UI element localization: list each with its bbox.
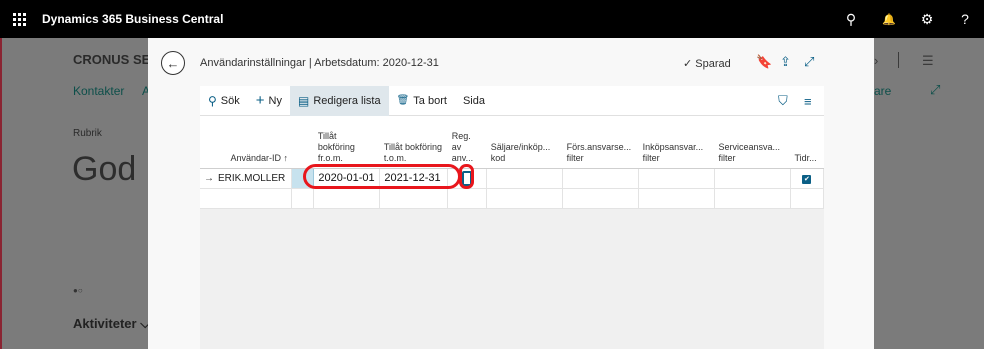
app-title: Dynamics 365 Business Central — [42, 12, 224, 26]
back-button[interactable]: ← — [161, 51, 185, 75]
user-setup-dialog: ← Användarinställningar | Arbetsdatum: 2… — [148, 38, 874, 349]
saved-status: ✓ Sparad — [683, 58, 731, 70]
table-area: Användar-ID ↑ Tillåt bokföring fr.o.m. T… — [200, 116, 825, 349]
expand-icon[interactable]: ⤢ — [930, 82, 940, 98]
list-content: ⚲ Sök + Ny ▤ Redigera lista 🗑 Ta bort Si… — [200, 85, 825, 349]
app-launcher-button[interactable] — [0, 0, 38, 38]
expand-icon[interactable]: ⤢ — [804, 54, 814, 70]
chevron-right-icon[interactable]: › — [874, 53, 878, 68]
sales-resp-cell[interactable] — [562, 168, 640, 189]
new-label: Ny — [268, 94, 282, 107]
carousel-dots[interactable]: ●○ — [73, 286, 83, 295]
col-header-allow-to[interactable]: Tillåt bokföring t.o.m. — [379, 116, 448, 169]
highlight-register-checkbox — [459, 164, 474, 189]
page-breadcrumb: Användarinställningar | Arbetsdatum: 202… — [200, 57, 439, 69]
time-sheet-checkbox[interactable]: ✔ — [802, 174, 812, 184]
nav-link-are[interactable]: are — [874, 84, 891, 98]
edit-list-label: Redigera lista — [313, 94, 381, 107]
help-icon[interactable]: ? — [946, 0, 984, 38]
divider — [898, 52, 899, 68]
new-button[interactable]: + Ny — [248, 86, 290, 116]
edit-list-icon: ▤ — [297, 93, 310, 108]
greeting-headline: God — [72, 150, 137, 188]
action-bar: ⚲ Sök + Ny ▤ Redigera lista 🗑 Ta bort Si… — [200, 85, 824, 116]
page-label: Sida — [462, 94, 485, 107]
company-name: CRONUS SE — [73, 52, 151, 67]
purch-resp-cell[interactable] — [638, 168, 716, 189]
delete-label: Ta bort — [413, 94, 447, 107]
bell-icon[interactable]: 🔔 — [870, 0, 908, 38]
search-button[interactable]: ⚲ Sök — [200, 86, 248, 116]
time-sheet-cell[interactable]: ✔ — [790, 168, 825, 189]
gear-icon[interactable]: ⚙ — [908, 0, 946, 38]
col-header-blank — [291, 116, 314, 169]
left-accent-bar — [0, 38, 2, 349]
user-id-value: ERIK.MOLLER — [218, 172, 286, 184]
user-setup-table: Användar-ID ↑ Tillåt bokföring fr.o.m. T… — [200, 116, 825, 209]
col-header-service-resp-filter[interactable]: Serviceansva... filter — [714, 116, 791, 169]
user-id-cell[interactable]: → ERIK.MOLLER — [200, 168, 293, 189]
arrow-right-icon: → — [204, 172, 214, 184]
filter-icon[interactable]: ⛉ — [778, 86, 788, 116]
edit-list-button[interactable]: ▤ Redigera lista — [289, 85, 389, 116]
col-header-user-id[interactable]: Användar-ID ↑ — [200, 116, 292, 169]
table-row-empty[interactable] — [200, 188, 825, 209]
delete-button[interactable]: 🗑 Ta bort — [389, 86, 455, 116]
col-header-purch-resp-filter[interactable]: Inköpsansvar... filter — [638, 116, 715, 169]
salesperson-cell[interactable] — [486, 168, 564, 189]
menu-icon[interactable]: ☰ — [922, 53, 934, 69]
headline-caption: Rubrik — [73, 128, 102, 139]
highlight-date-range — [303, 164, 461, 189]
trash-icon: 🗑 — [396, 95, 410, 106]
activities-heading[interactable]: Aktiviteter ⌵ — [73, 316, 150, 332]
col-header-sales-resp-filter[interactable]: Förs.ansvarse... filter — [562, 116, 639, 169]
table-header-row: Användar-ID ↑ Tillåt bokföring fr.o.m. T… — [200, 116, 824, 169]
bookmark-icon[interactable]: 🔖 — [756, 54, 772, 70]
col-header-allow-from[interactable]: Tillåt bokföring fr.o.m. — [313, 116, 380, 169]
search-icon[interactable]: ⚲ — [832, 0, 870, 38]
arrow-left-icon: ← — [166, 55, 180, 71]
plus-icon: + — [255, 92, 265, 109]
service-resp-cell[interactable] — [714, 168, 791, 189]
col-header-salesperson[interactable]: Säljare/inköp... kod — [486, 116, 563, 169]
search-label: Sök — [220, 94, 240, 107]
col-header-register-time[interactable]: Reg. av anv... — [447, 116, 487, 169]
share-icon[interactable]: ⇪ — [780, 54, 791, 70]
col-header-time-sheet[interactable]: Tidr... — [790, 116, 824, 169]
list-view-icon[interactable]: ≡ — [804, 86, 812, 116]
nav-link-kontakter[interactable]: Kontakter — [73, 84, 124, 98]
waffle-icon — [12, 12, 26, 26]
search-icon: ⚲ — [208, 93, 217, 108]
top-bar: Dynamics 365 Business Central ⚲ 🔔 ⚙ ? — [0, 0, 984, 38]
page-menu-button[interactable]: Sida — [455, 86, 493, 116]
table-row[interactable]: → ERIK.MOLLER 2020-01-01 2021-12-31 ✔ — [200, 168, 825, 189]
